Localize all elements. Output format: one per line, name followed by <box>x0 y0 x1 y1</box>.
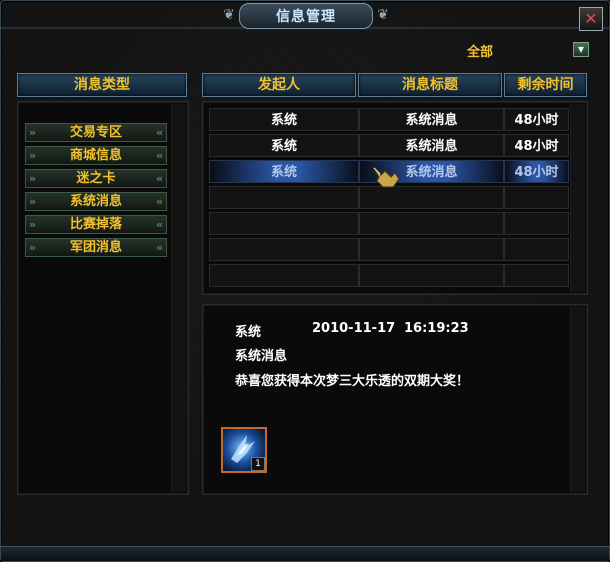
empty-cell <box>359 238 504 261</box>
category-item-label: 商城信息 <box>69 148 122 163</box>
window-title: 信息管理 <box>276 9 336 25</box>
triangle-down-icon[interactable]: ▼ <box>573 42 589 57</box>
empty-cell <box>504 186 569 209</box>
message-row[interactable]: 系统 系统消息 48小时 <box>209 108 569 131</box>
title-ornament-left-icon: ❦ <box>223 7 235 23</box>
close-button[interactable]: ✕ <box>579 7 603 31</box>
category-item-legion[interactable]: 军团消息 <box>25 238 167 257</box>
message-row-empty <box>209 264 569 287</box>
category-item-mall[interactable]: 商城信息 <box>25 146 167 165</box>
hand-cursor-icon <box>372 166 400 188</box>
detail-time: 16:19:23 <box>404 321 469 336</box>
category-item-trade[interactable]: 交易专区 <box>25 123 167 142</box>
category-item-label: 比赛掉落 <box>69 217 122 232</box>
empty-cell <box>504 212 569 235</box>
message-sender: 系统 <box>209 108 359 131</box>
message-remaining-time: 48小时 <box>504 108 569 131</box>
attachment-count: 1 <box>251 457 265 471</box>
message-row-empty <box>209 212 569 235</box>
column-header-label: 剩余时间 <box>517 77 574 93</box>
window-bottom-edge <box>1 546 609 561</box>
message-title: 系统消息 <box>359 108 504 131</box>
category-header-label: 消息类型 <box>74 77 130 93</box>
message-title: 系统消息 <box>359 134 504 157</box>
empty-cell <box>209 186 359 209</box>
category-scrollbar[interactable] <box>171 104 186 492</box>
detail-date: 2010-11-17 <box>312 321 396 336</box>
empty-cell <box>504 264 569 287</box>
empty-cell <box>209 238 359 261</box>
filter-dropdown[interactable]: 全部 ▼ <box>467 41 591 60</box>
column-header-label: 消息标题 <box>402 77 458 93</box>
title-ornament-right-icon: ❦ <box>377 7 389 23</box>
title-plate: ❦ 信息管理 ❦ <box>223 3 389 29</box>
attachment-slot[interactable]: 1 <box>221 427 267 473</box>
message-remaining-time: 48小时 <box>504 134 569 157</box>
detail-sender: 系统 <box>235 325 262 340</box>
message-row-empty <box>209 186 569 209</box>
category-item-label: 军团消息 <box>69 240 122 255</box>
category-item-label: 系统消息 <box>69 194 122 209</box>
message-sender: 系统 <box>209 134 359 157</box>
category-item-match-drop[interactable]: 比赛掉落 <box>25 215 167 234</box>
close-icon: ✕ <box>584 9 598 28</box>
message-manager-window: ❦ 信息管理 ❦ ✕ 全部 ▼ 消息类型 交易专区 商城信息 迷之卡 系统消息 … <box>0 0 610 562</box>
detail-scrollbar[interactable] <box>570 307 585 492</box>
detail-body: 恭喜您获得本次梦三大乐透的双期大奖！ <box>235 374 470 389</box>
filter-selected-value: 全部 <box>467 45 494 60</box>
message-list-scrollbar[interactable] <box>570 104 585 292</box>
empty-cell <box>504 238 569 261</box>
category-item-label: 迷之卡 <box>76 171 116 186</box>
category-header[interactable]: 消息类型 <box>17 73 187 97</box>
message-row[interactable]: 系统 系统消息 48小时 <box>209 134 569 157</box>
column-header-sender[interactable]: 发起人 <box>202 73 356 97</box>
message-sender: 系统 <box>209 160 359 183</box>
message-row-empty <box>209 238 569 261</box>
column-header-title[interactable]: 消息标题 <box>358 73 502 97</box>
empty-cell <box>359 212 504 235</box>
detail-title: 系统消息 <box>235 349 288 364</box>
empty-cell <box>359 264 504 287</box>
empty-cell <box>209 264 359 287</box>
column-header-remaining-time[interactable]: 剩余时间 <box>504 73 587 97</box>
column-header-label: 发起人 <box>258 77 300 93</box>
category-item-mystery-card[interactable]: 迷之卡 <box>25 169 167 188</box>
empty-cell <box>359 186 504 209</box>
category-item-label: 交易专区 <box>69 125 122 140</box>
empty-cell <box>209 212 359 235</box>
category-item-system[interactable]: 系统消息 <box>25 192 167 211</box>
message-remaining-time: 48小时 <box>504 160 569 183</box>
